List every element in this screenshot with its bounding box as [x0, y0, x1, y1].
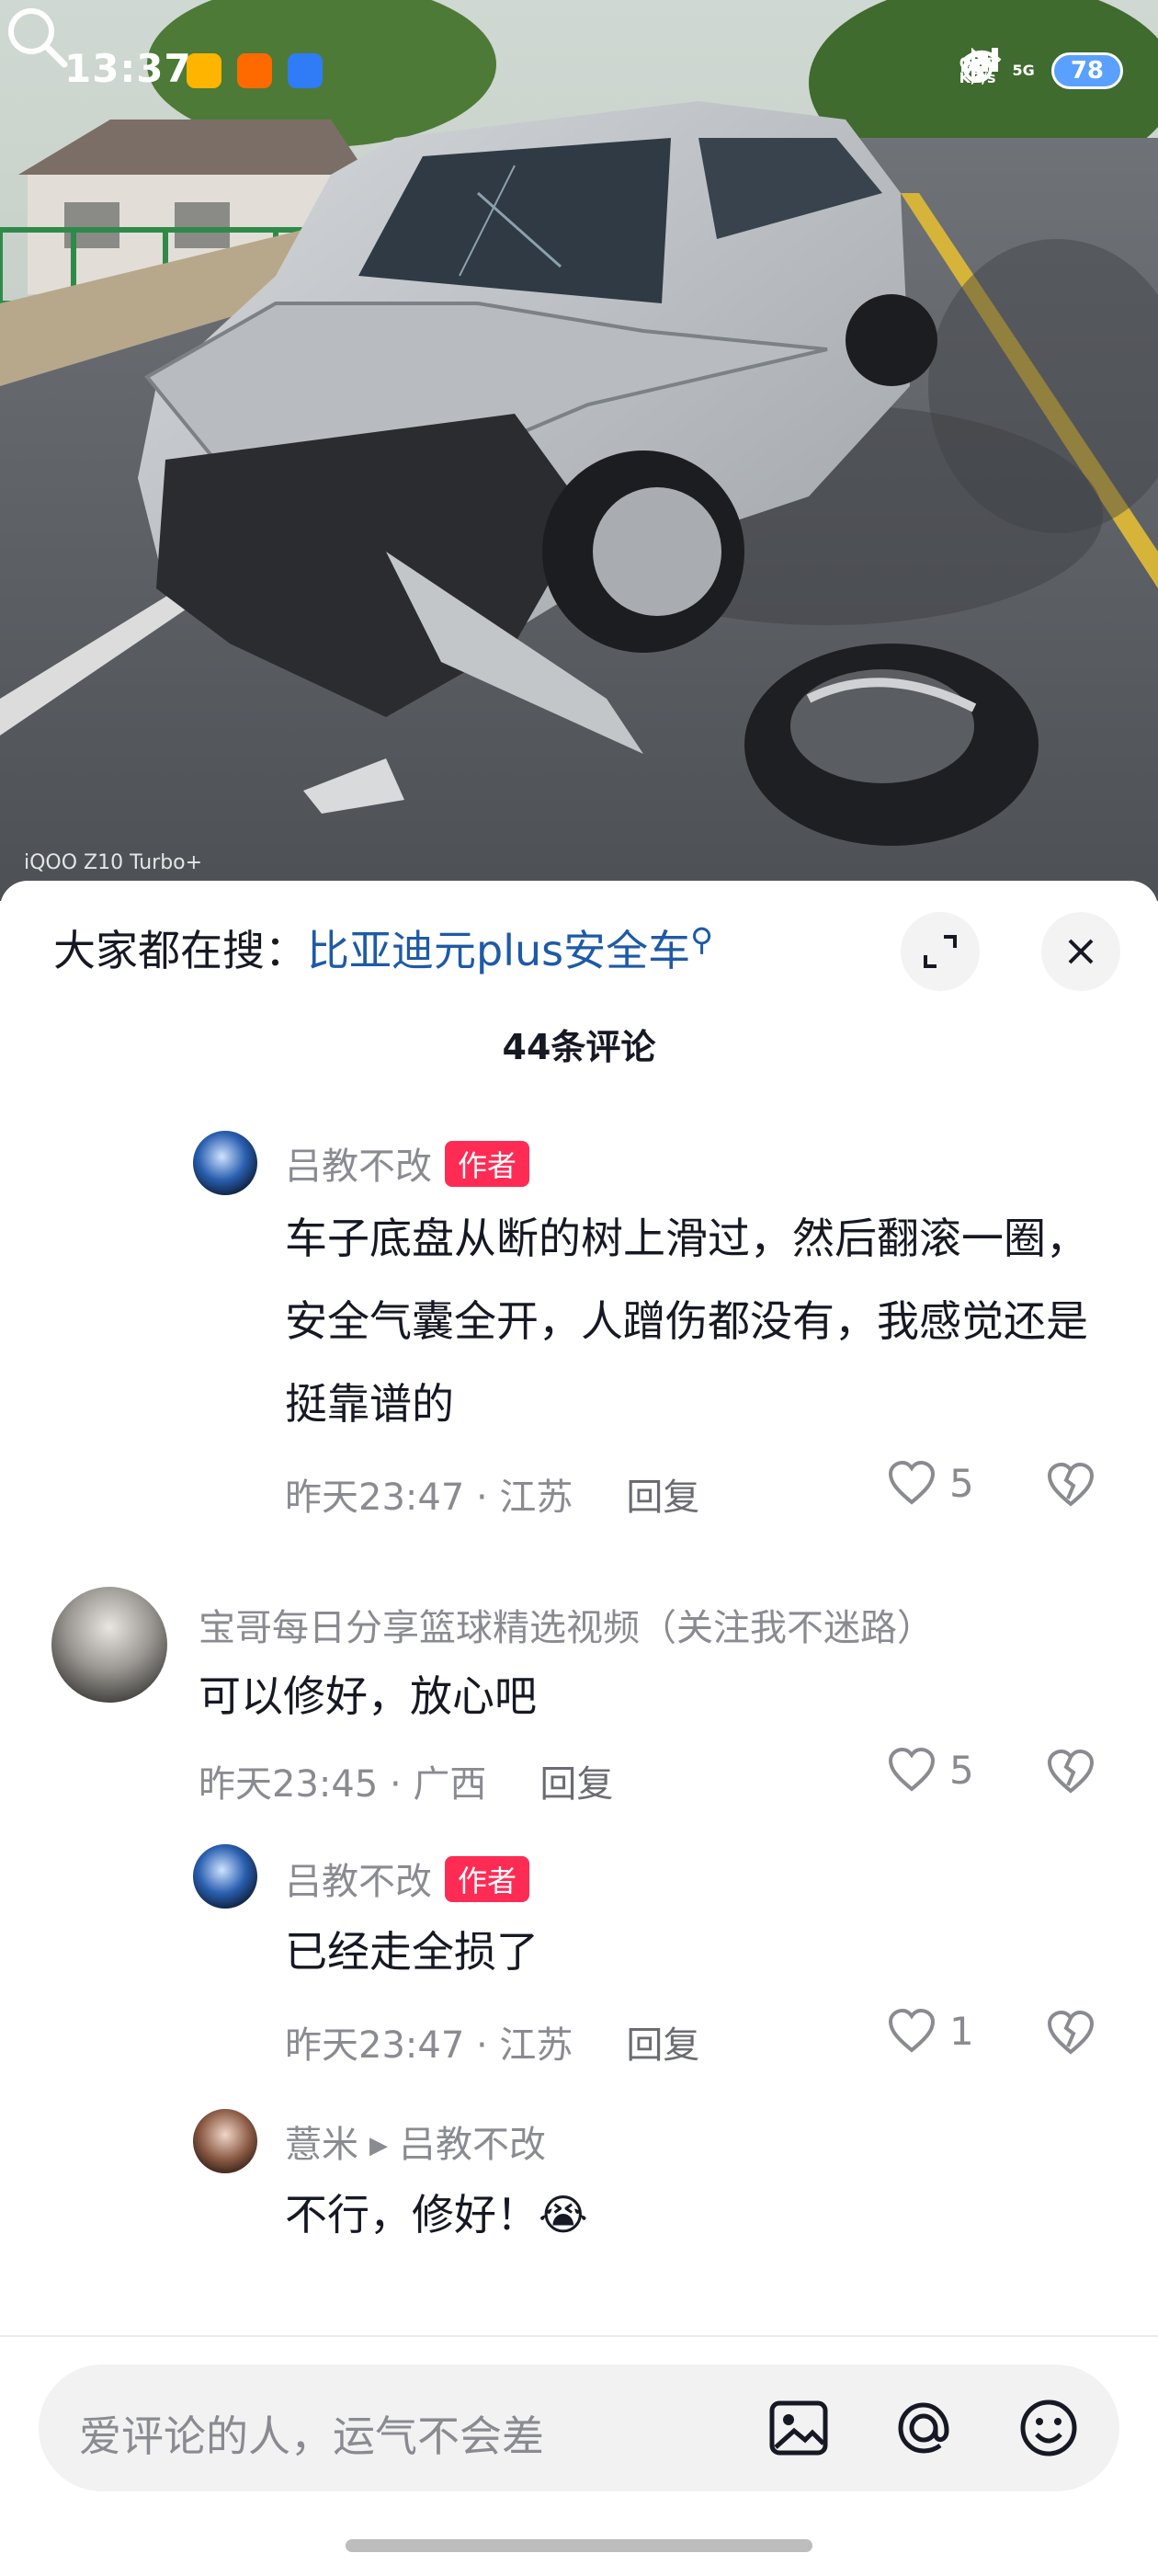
comment-text: 车子底盘从断的树上滑过，然后翻滚一圈，安全气囊全开，人蹭伤都没有，我感觉还是挺靠…: [285, 1214, 1088, 1429]
hot-search-bar[interactable]: 大家都在搜：比亚迪元plus安全车⚲: [53, 918, 713, 978]
close-icon: [1068, 939, 1094, 964]
comment-input-bar: 爱评论的人，运气不会差: [0, 2335, 1158, 2576]
comment-text: 可以修好，放心吧: [199, 1671, 537, 1721]
broken-heart-icon[interactable]: [1046, 1462, 1096, 1508]
reply-button[interactable]: 回复: [539, 1763, 613, 1806]
network-type: 5G: [960, 48, 1035, 79]
like-count: 5: [949, 1460, 974, 1506]
camera-watermark: iQOO Z10 Turbo+: [24, 851, 203, 874]
comment-time-location: 昨天23:47 · 江苏: [285, 1476, 573, 1519]
expand-icon: [924, 935, 957, 968]
comment-username[interactable]: 吕教不改 作者: [285, 1852, 530, 1905]
comment-list[interactable]: 吕教不改 作者 车子底盘从断的树上滑过，然后翻滚一圈，安全气囊全开，人蹭伤都没有，…: [0, 1111, 1158, 2287]
close-button[interactable]: [1041, 912, 1120, 991]
avatar[interactable]: [193, 2109, 257, 2173]
author-badge: 作者: [445, 1141, 530, 1187]
weibo-app-icon: [187, 53, 221, 88]
video-frame[interactable]: 13:37 0.60 KB/s 5G: [0, 0, 1158, 901]
username-text: 吕教不改: [285, 1146, 432, 1188]
heart-icon: [888, 1460, 936, 1505]
home-indicator[interactable]: [346, 2539, 812, 2552]
status-time: 13:37: [64, 46, 192, 91]
search-magnifier-icon: ⚲: [690, 921, 714, 959]
mention-icon[interactable]: [890, 2394, 958, 2462]
comment-text-content: 不行，修好！: [285, 2190, 539, 2240]
comment-text: 不行，修好！😭: [285, 2173, 1112, 2256]
status-bar: 13:37 0.60 KB/s 5G: [0, 0, 1158, 91]
avatar[interactable]: [51, 1587, 167, 1703]
input-placeholder: 爱评论的人，运气不会差: [79, 2411, 544, 2461]
search-icon[interactable]: [0, 0, 74, 74]
author-badge: 作者: [445, 1856, 530, 1902]
emoji-icon[interactable]: [1015, 2394, 1083, 2462]
hot-search-prefix: 大家都在搜：: [53, 926, 307, 975]
taobao-app-icon: [237, 53, 272, 88]
reply-to-username[interactable]: 吕教不改: [399, 2124, 546, 2166]
status-indicators: 0.60 KB/s 5G 78: [959, 48, 1123, 94]
comment-count: 44条评论: [502, 1027, 656, 1067]
reply-to-arrow-icon: ▶: [369, 2132, 388, 2160]
network-type-label: 5G: [1012, 62, 1035, 79]
like-count: 1: [949, 2008, 974, 2054]
reply-button[interactable]: 回复: [626, 2024, 699, 2067]
car-crash-photo: [0, 0, 1158, 901]
comment-sheet: 大家都在搜：比亚迪元plus安全车⚲ 44条评论 吕教不改 作者 车子底盘从断的树…: [0, 881, 1158, 2574]
image-icon[interactable]: [765, 2394, 833, 2462]
like-button[interactable]: 5: [887, 1747, 974, 1793]
like-count: 5: [949, 1747, 974, 1793]
username-text: 吕教不改: [285, 1861, 432, 1903]
avatar[interactable]: [193, 1131, 257, 1195]
hot-search-keyword[interactable]: 比亚迪元plus安全车: [307, 926, 690, 975]
heart-icon: [888, 2008, 936, 2053]
reply-button[interactable]: 回复: [626, 1476, 699, 1519]
wifi-icon-2: [961, 51, 1001, 81]
comment-meta: 昨天23:45 · 广西 回复: [199, 1754, 613, 1807]
battery-indicator: 78: [1050, 52, 1123, 89]
comment-input[interactable]: 爱评论的人，运气不会差: [39, 2365, 1119, 2491]
crying-emoji-icon: 😭: [539, 2190, 588, 2240]
comment-username[interactable]: 宝哥每日分享篮球精选视频（关注我不迷路）: [199, 1598, 934, 1651]
broken-heart-icon[interactable]: [1046, 2010, 1096, 2056]
like-button[interactable]: 1: [887, 2008, 974, 2054]
like-button[interactable]: 5: [887, 1460, 974, 1506]
comment-meta: 昨天23:47 · 江苏 回复: [285, 1467, 699, 1521]
comment-meta: 昨天23:47 · 江苏 回复: [285, 2015, 699, 2069]
comment-username[interactable]: 吕教不改 作者: [285, 1136, 530, 1190]
comment-time-location: 昨天23:47 · 江苏: [285, 2024, 573, 2067]
avatar[interactable]: [193, 1844, 257, 1909]
broken-heart-icon[interactable]: [1046, 1749, 1096, 1795]
comment-username[interactable]: 薏米 ▶ 吕教不改: [285, 2114, 546, 2168]
baidu-app-icon: [288, 53, 323, 88]
comment-text: 已经走全损了: [285, 1927, 539, 1977]
expand-button[interactable]: [901, 912, 980, 991]
comment-time-location: 昨天23:45 · 广西: [199, 1763, 487, 1806]
heart-icon: [888, 1747, 936, 1792]
username-text: 薏米: [285, 2124, 358, 2166]
